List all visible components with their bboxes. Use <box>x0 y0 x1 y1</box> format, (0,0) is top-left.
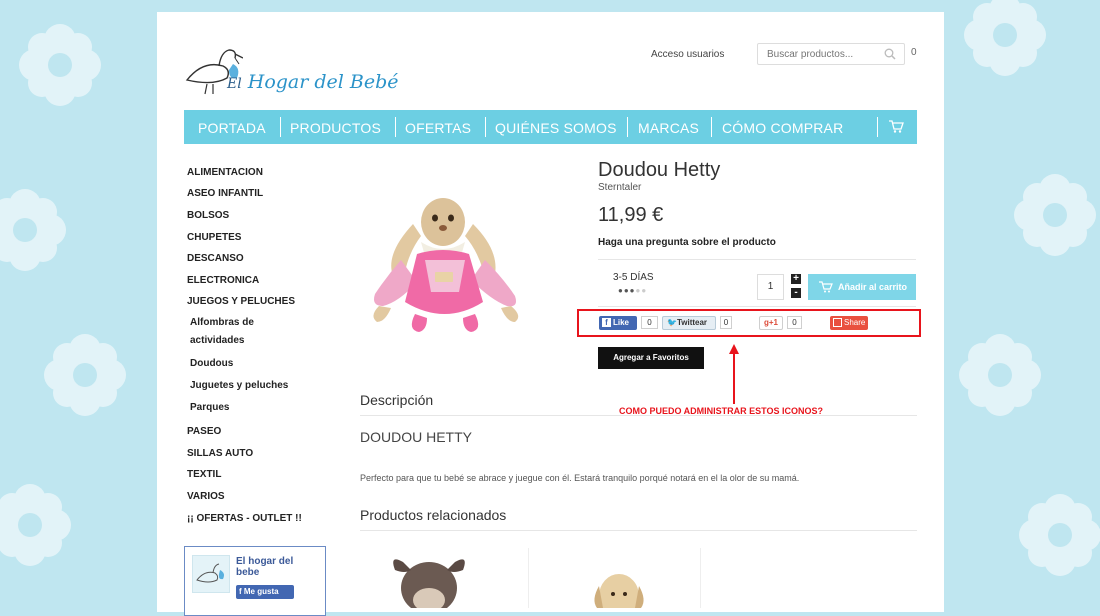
related-products-title: Productos relacionados <box>360 507 507 523</box>
nav-ofertas[interactable]: OFERTAS <box>405 110 471 144</box>
nav-separator <box>627 117 628 137</box>
category-link[interactable]: SILLAS AUTO <box>187 448 253 459</box>
category-link[interactable]: ELECTRONICA <box>187 275 259 286</box>
category-link[interactable]: DESCANSO <box>187 253 244 264</box>
background-flower-icon <box>0 484 71 566</box>
divider <box>700 548 701 608</box>
divider <box>598 259 916 260</box>
subcategory-link[interactable]: Parques <box>190 399 229 417</box>
category-link[interactable]: PASEO <box>187 426 221 437</box>
background-flower-icon <box>1014 174 1096 256</box>
nav-productos[interactable]: PRODUCTOS <box>290 110 381 144</box>
nav-marcas[interactable]: MARCAS <box>638 110 699 144</box>
header-cart-count[interactable]: 0 <box>911 47 917 58</box>
cart-icon[interactable] <box>888 118 904 134</box>
quantity-increase-button[interactable]: + <box>791 274 801 284</box>
nav-separator <box>877 117 878 137</box>
category-link[interactable]: ASEO INFANTIL <box>187 188 263 199</box>
facebook-page-widget[interactable]: El hogar del bebe f Me gusta <box>184 546 326 616</box>
divider <box>528 548 529 608</box>
description-section-title: Descripción <box>360 392 434 408</box>
background-flower-icon <box>44 334 126 416</box>
nav-separator <box>711 117 712 137</box>
divider <box>598 306 916 307</box>
facebook-like-label: Me gusta <box>243 587 279 596</box>
search-icon[interactable] <box>884 48 896 60</box>
subcategory-link[interactable]: Juguetes y peluches <box>190 377 288 395</box>
background-flower-icon <box>0 189 66 271</box>
login-link[interactable]: Acceso usuarios <box>651 49 724 60</box>
add-to-cart-label: Añadir al carrito <box>838 282 908 292</box>
product-title: Doudou Hetty <box>598 159 721 181</box>
facebook-page-thumbnail <box>192 555 230 593</box>
nav-separator <box>280 117 281 137</box>
stork-icon <box>196 563 224 583</box>
divider <box>360 530 917 531</box>
related-product-image[interactable] <box>577 548 677 616</box>
category-link[interactable]: VARIOS <box>187 491 225 502</box>
nav-separator <box>485 117 486 137</box>
nav-como-comprar[interactable]: CÓMO COMPRAR <box>722 110 843 144</box>
category-link[interactable]: JUEGOS Y PELUCHES <box>187 296 295 307</box>
delivery-time: 3-5 DÍAS <box>613 272 654 283</box>
divider <box>360 415 917 416</box>
nav-portada[interactable]: PORTADA <box>198 110 266 144</box>
background-flower-icon <box>959 334 1041 416</box>
annotation-arrow-icon <box>729 344 739 404</box>
subcategory-link[interactable]: Alfombras de actividades <box>190 314 280 350</box>
main-nav: PORTADA PRODUCTOS OFERTAS QUIÉNES SOMOS … <box>184 110 917 144</box>
background-flower-icon <box>964 0 1046 76</box>
category-link[interactable]: ¡¡ OFERTAS - OUTLET !! <box>187 513 302 524</box>
product-image[interactable] <box>365 184 535 344</box>
category-link[interactable]: CHUPETES <box>187 232 241 243</box>
delivery-indicator: ●●●●● <box>618 286 648 295</box>
facebook-page-name[interactable]: El hogar del bebe <box>236 556 316 578</box>
related-product-image[interactable] <box>385 548 505 614</box>
quantity-input[interactable]: 1 <box>757 274 784 300</box>
facebook-like-page-button[interactable]: f Me gusta <box>236 585 294 599</box>
logo-text: El Hogar del Bebé <box>227 71 399 93</box>
background-flower-icon <box>1019 494 1100 576</box>
description-heading: DOUDOU HETTY <box>360 429 472 445</box>
subcategory-link[interactable]: Doudous <box>190 355 233 373</box>
product-brand[interactable]: Sterntaler <box>598 182 641 193</box>
related-product-card[interactable] <box>577 548 697 616</box>
background-flower-icon <box>19 24 101 106</box>
add-to-favorites-button[interactable]: Agregar a Favoritos <box>598 347 704 369</box>
product-price: 11,99 € <box>598 204 664 226</box>
category-link[interactable]: BOLSOS <box>187 210 229 221</box>
add-to-cart-button[interactable]: Añadir al carrito <box>808 274 916 300</box>
ask-question-link[interactable]: Haga una pregunta sobre el producto <box>598 237 776 248</box>
nav-quienes-somos[interactable]: QUIÉNES SOMOS <box>495 110 617 144</box>
description-text: Perfecto para que tu bebé se abrace y ju… <box>360 473 800 483</box>
page-container: El Hogar del Bebé Acceso usuarios 0 PORT… <box>157 12 944 616</box>
annotation-highlight-box <box>577 309 921 337</box>
category-link[interactable]: TEXTIL <box>187 469 221 480</box>
quantity-decrease-button[interactable]: - <box>791 288 801 298</box>
category-link[interactable]: ALIMENTACION <box>187 167 263 178</box>
cart-icon <box>819 281 833 293</box>
site-logo[interactable]: El Hogar del Bebé <box>183 40 399 96</box>
nav-separator <box>395 117 396 137</box>
search-input[interactable] <box>765 48 879 61</box>
search-box[interactable] <box>757 43 905 65</box>
related-product-card[interactable] <box>385 548 505 614</box>
